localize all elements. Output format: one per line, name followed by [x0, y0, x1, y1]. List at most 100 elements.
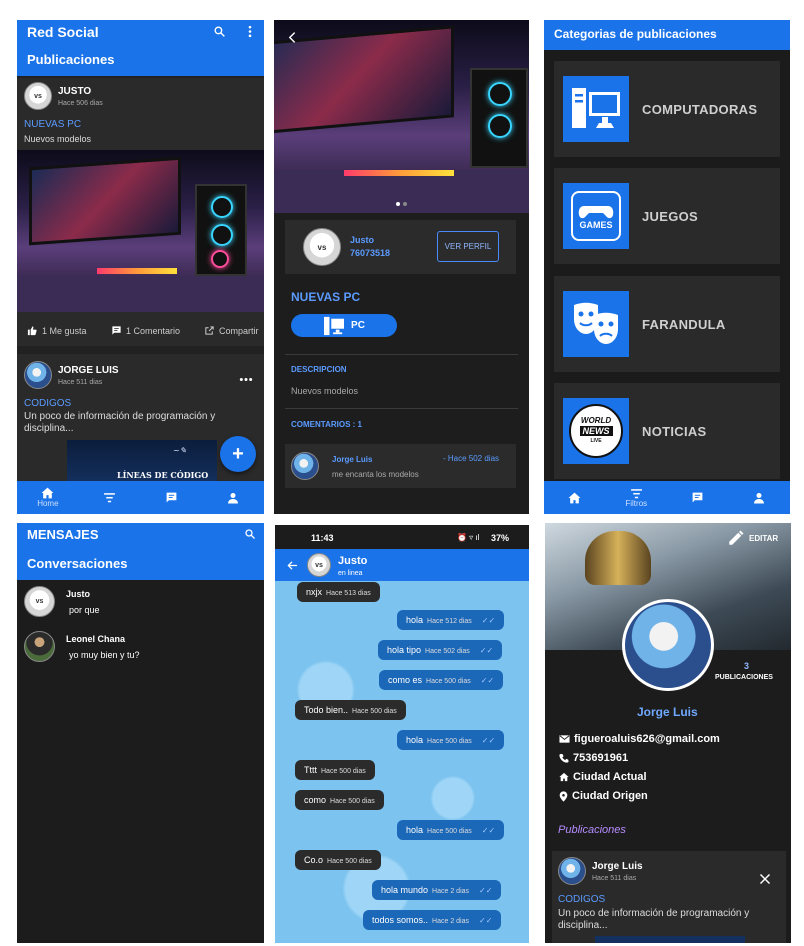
description-heading: DESCRIPCION [291, 365, 347, 374]
filter-icon [104, 493, 116, 503]
profile-avatar[interactable] [622, 599, 714, 691]
message-bubble[interactable]: hola Hace 500 dias ✓✓ [397, 820, 505, 840]
category-chip[interactable]: PC [291, 314, 397, 337]
section-title: Publicaciones [558, 824, 626, 836]
comment-button[interactable]: 1 Comentario [111, 325, 180, 336]
computer-icon [563, 76, 629, 142]
category-label: NOTICIAS [642, 423, 707, 439]
nav-home[interactable]: Home [17, 481, 79, 514]
post-author[interactable]: JUSTO [58, 86, 91, 97]
avatar[interactable]: vs [303, 228, 341, 266]
contact-status: en linea [338, 570, 363, 577]
like-button[interactable]: 1 Me gusta [27, 325, 87, 336]
author-name[interactable]: Justo [350, 235, 374, 245]
back-arrow-icon[interactable] [287, 560, 298, 571]
post-image[interactable] [274, 20, 529, 213]
message-bubble[interactable]: hola tipo Hace 502 dias ✓✓ [378, 640, 503, 660]
status-bar: 11:43 ⏰ ▿ ıl 37% [275, 525, 529, 549]
category-juegos[interactable]: GAMES JUEGOS [554, 168, 780, 264]
app-title: Red Social [27, 24, 99, 40]
filter-icon [630, 488, 642, 498]
category-farandula[interactable]: FARANDULA [554, 276, 780, 372]
message-bubble[interactable]: nxjx Hace 513 dias [297, 582, 380, 602]
add-fab[interactable]: + [220, 436, 256, 472]
author-phone: 76073518 [350, 248, 391, 258]
avatar[interactable] [558, 857, 586, 885]
view-profile-button[interactable]: VER PERFIL [437, 231, 499, 262]
nav-home[interactable] [544, 481, 606, 514]
message-bubble[interactable]: Tttt Hace 500 dias [295, 760, 375, 780]
status-icons: ⏰ ▿ ıl [457, 533, 480, 542]
person-icon [754, 492, 765, 503]
message-bubble[interactable]: Co.o Hace 500 dias [295, 850, 381, 870]
avatar[interactable]: vs [307, 553, 331, 577]
post-image[interactable] [17, 150, 264, 312]
section-title: Publicaciones [27, 52, 115, 67]
post-author[interactable]: Jorge Luis [592, 861, 643, 872]
post-category[interactable]: CODIGOS [558, 894, 605, 905]
close-icon[interactable] [759, 873, 771, 885]
more-horiz-icon[interactable] [239, 377, 253, 382]
search-icon[interactable] [244, 528, 256, 540]
message-bubble[interactable]: todos somos.. Hace 2 dias ✓✓ [363, 910, 502, 930]
nav-messages[interactable] [667, 481, 729, 514]
message-bubble[interactable]: hola Hace 500 dias ✓✓ [397, 730, 505, 750]
conversation-name: Justo [66, 589, 91, 599]
conversation-item[interactable]: vs Justo por que [17, 583, 264, 623]
avatar[interactable] [291, 452, 319, 480]
read-checks-icon: ✓✓ [481, 826, 496, 835]
nav-profile[interactable] [202, 481, 264, 514]
phone-icon [559, 753, 569, 763]
post-card[interactable]: vs JUSTO Hace 506 dias NUEVAS PC Nuevos … [17, 78, 264, 346]
conversation-last-message: yo muy bien y tu? [69, 650, 140, 660]
more-vert-icon[interactable] [246, 25, 254, 38]
carousel-indicator [396, 202, 407, 206]
posts-count: 3 [744, 661, 750, 671]
chat-header: vs Justo en linea [275, 549, 529, 581]
chat-icon [166, 492, 177, 503]
post-card[interactable]: Jorge Luis Hace 511 dias CODIGOS Un poco… [552, 851, 786, 943]
comment-author[interactable]: Jorge Luis [332, 455, 372, 464]
post-category[interactable]: NUEVAS PC [24, 119, 81, 130]
category-noticias[interactable]: WORLD NEWS LIVE NOTICIAS [554, 383, 780, 479]
location-pin-icon [559, 790, 568, 802]
category-label: JUEGOS [642, 208, 698, 224]
feed-screen: Red Social Publicaciones vs JUSTO Hace 5… [17, 20, 264, 514]
avatar[interactable] [24, 361, 52, 389]
share-button[interactable]: Compartir [204, 325, 259, 336]
edit-button[interactable]: EDITAR [727, 529, 778, 547]
person-icon [228, 492, 239, 503]
thumb-up-icon [27, 326, 37, 336]
nav-messages[interactable] [141, 481, 203, 514]
contact-name[interactable]: Justo [338, 555, 367, 567]
avatar[interactable]: vs [24, 586, 55, 617]
avatar[interactable]: vs [24, 82, 52, 110]
read-checks-icon: ✓✓ [480, 676, 495, 685]
message-bubble[interactable]: como Hace 500 dias [295, 790, 384, 810]
pencil-icon [729, 530, 744, 545]
nav-filters[interactable] [79, 481, 141, 514]
nav-filters[interactable]: Filtros [606, 481, 668, 514]
conversation-item[interactable]: Leonel Chana yo muy bien y tu? [17, 629, 264, 669]
section-title: Conversaciones [27, 556, 128, 571]
post-image[interactable]: ~✎ LÍNEAS DE CÓDIGO [67, 440, 217, 484]
avatar[interactable] [24, 631, 55, 662]
image-caption: LÍNEAS DE CÓDIGO [117, 470, 209, 480]
message-bubble[interactable]: como es Hace 500 dias ✓✓ [379, 670, 504, 690]
post-author[interactable]: JORGE LUIS [58, 365, 119, 376]
message-bubble[interactable]: Todo bien.. Hace 500 dias [295, 700, 406, 720]
page-title: MENSAJES [27, 527, 99, 542]
message-bubble[interactable]: hola Hace 512 dias ✓✓ [397, 610, 505, 630]
message-bubble[interactable]: hola mundo Hace 2 dias ✓✓ [372, 880, 502, 900]
chat-screen: 11:43 ⏰ ▿ ıl 37% vs Justo en linea nxjx H… [275, 525, 529, 943]
nav-profile[interactable] [729, 481, 791, 514]
category-computadoras[interactable]: COMPUTADORAS [554, 61, 780, 157]
app-bar: MENSAJES Conversaciones [17, 523, 264, 580]
search-icon[interactable] [213, 25, 226, 38]
home-icon [559, 772, 569, 782]
post-description: Un poco de información de programación y… [24, 411, 216, 434]
conversation-name: Leonel Chana [66, 634, 126, 644]
back-arrow-icon[interactable] [286, 31, 299, 44]
read-checks-icon: ✓✓ [481, 736, 496, 745]
post-category[interactable]: CODIGOS [24, 398, 71, 409]
